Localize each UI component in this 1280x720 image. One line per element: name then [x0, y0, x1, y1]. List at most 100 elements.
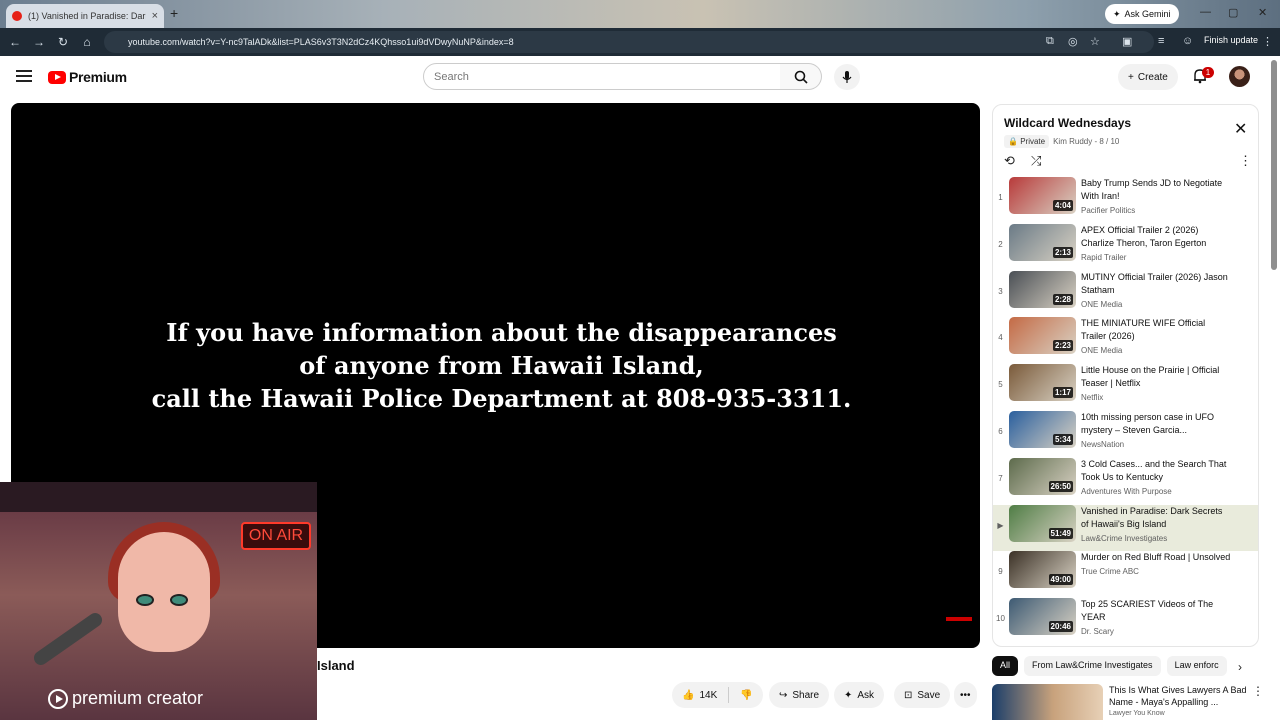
playlist-owner-progress: Kim Ruddy - 8 / 10	[1053, 137, 1120, 146]
new-tab-button[interactable]: +	[170, 5, 178, 21]
playlist-item[interactable]: 10 20:46 Top 25 SCARIEST Videos of The YEA…	[993, 598, 1258, 645]
playlist-panel: Wildcard Wednesdays 🔒 Private Kim Ruddy …	[992, 104, 1259, 647]
playlist-item-thumbnail[interactable]: 4:04	[1009, 177, 1076, 214]
playlist-item-thumbnail[interactable]: 49:00	[1009, 551, 1076, 589]
ask-button[interactable]: ✦ Ask	[834, 682, 885, 708]
playlist-item-title[interactable]: Top 25 SCARIEST Videos of The YEAR	[1081, 598, 1231, 624]
more-vertical-icon[interactable]: ⋮	[1239, 153, 1252, 169]
recommended-title[interactable]: This Is What Gives Lawyers A Bad Name - …	[1109, 684, 1247, 708]
playlist-item-title[interactable]: Little House on the Prairie | Official T…	[1081, 364, 1231, 390]
playlist-item[interactable]: 7 26:50 3 Cold Cases... and the Search Tha…	[993, 457, 1258, 505]
playlist-item-title[interactable]: Murder on Red Bluff Road | Unsolved	[1081, 551, 1231, 564]
loop-icon[interactable]: ⟲	[1004, 153, 1015, 169]
search-button[interactable]	[780, 63, 822, 90]
playlist-item-thumbnail[interactable]: 2:28	[1009, 270, 1076, 308]
premium-creator-logo: premium creator	[48, 688, 203, 709]
player-watermark-icon	[946, 617, 972, 621]
window-close-icon[interactable]: ✕	[1258, 6, 1267, 19]
playlist-item-index: 1	[998, 193, 1003, 202]
avatar[interactable]	[1229, 66, 1250, 87]
chevron-right-icon[interactable]: ›	[1238, 660, 1242, 674]
playlist-item-title[interactable]: APEX Official Trailer 2 (2026) Charlize …	[1081, 224, 1231, 250]
close-icon[interactable]: ✕	[1234, 119, 1247, 139]
browser-tab-strip: (1) Vanished in Paradise: Dark × + ✦ Ask…	[0, 0, 1280, 28]
youtube-favicon-icon	[12, 11, 22, 21]
voice-search-button[interactable]	[834, 64, 860, 90]
filter-chip[interactable]: Law enforc	[1166, 656, 1227, 676]
playlist-item-thumbnail[interactable]: 5:34	[1009, 410, 1076, 448]
ask-gemini-button[interactable]: ✦ Ask Gemini	[1105, 4, 1179, 24]
playlist-item-thumbnail[interactable]: 1:17	[1009, 364, 1076, 402]
playlist-item-channel[interactable]: Adventures With Purpose	[1081, 487, 1231, 496]
playlist-item-title[interactable]: 10th missing person case in UFO mystery …	[1081, 411, 1231, 437]
playlist-item-channel[interactable]: ONE Media	[1081, 300, 1231, 309]
url-field[interactable]: youtube.com/watch?v=Y-nc9TalADk&list=PLA…	[104, 31, 1154, 53]
playlist-item[interactable]: ▶ 51:49 Vanished in Paradise: Dark Secrets…	[993, 504, 1258, 552]
reload-icon[interactable]: ↻	[51, 35, 75, 49]
playlist-item-channel[interactable]: NewsNation	[1081, 440, 1231, 449]
recommended-video[interactable]: This Is What Gives Lawyers A Bad Name - …	[992, 684, 1264, 720]
more-actions-button[interactable]: •••	[954, 682, 977, 708]
playlist-item-channel[interactable]: True Crime ABC	[1081, 567, 1231, 576]
recommended-channel[interactable]: Lawyer You Know	[1109, 710, 1247, 717]
dislike-icon[interactable]: 👎	[740, 690, 752, 701]
minimize-icon[interactable]: —	[1200, 6, 1211, 18]
forward-icon[interactable]: →	[27, 35, 51, 49]
playlist-item[interactable]: 6 5:34 10th missing person case in UFO mys…	[993, 410, 1258, 458]
filter-chip[interactable]: All	[992, 656, 1019, 676]
playlist-item-index: ▶	[997, 520, 1004, 530]
playlist-item-thumbnail[interactable]: 20:46	[1009, 598, 1076, 636]
playlist-item-channel[interactable]: Law&Crime Investigates	[1081, 534, 1231, 543]
back-icon[interactable]: ←	[3, 35, 27, 49]
playlist-title[interactable]: Wildcard Wednesdays	[1004, 116, 1131, 130]
reading-list-icon[interactable]: ≡	[1158, 35, 1164, 47]
playlist-item-thumbnail[interactable]: 2:13	[1009, 223, 1076, 261]
playlist-item-title[interactable]: MUTINY Official Trailer (2026) Jason Sta…	[1081, 271, 1231, 297]
playlist-item[interactable]: 9 49:00 Murder on Red Bluff Road | Unsolve…	[993, 551, 1258, 598]
more-vertical-icon[interactable]: ⋮	[1252, 684, 1264, 698]
playlist-item[interactable]: 4 2:23 THE MINIATURE WIFE Official Trailer…	[993, 317, 1258, 364]
shuffle-icon[interactable]: ⤮	[1031, 153, 1041, 169]
caption-line: call the Hawaii Police Department at 808…	[151, 384, 852, 413]
share-icon: ↪	[779, 689, 788, 701]
eye-off-icon[interactable]: ◎	[1068, 35, 1078, 48]
search-input[interactable]: Search	[423, 63, 781, 90]
playlist-item-thumbnail[interactable]: 2:23	[1009, 317, 1076, 355]
playlist-item-thumbnail[interactable]: 26:50	[1009, 457, 1076, 495]
playlist-item-channel[interactable]: Netflix	[1081, 393, 1231, 402]
youtube-premium-logo[interactable]: Premium	[48, 69, 127, 85]
playlist-item-title[interactable]: Vanished in Paradise: Dark Secrets of Ha…	[1081, 505, 1231, 531]
menu-icon[interactable]	[16, 70, 32, 82]
playlist-item[interactable]: 3 2:28 MUTINY Official Trailer (2026) Jaso…	[993, 270, 1258, 318]
close-tab-icon[interactable]: ×	[152, 10, 158, 22]
profile-icon[interactable]: ☺	[1182, 35, 1193, 47]
playlist-item-channel[interactable]: Pacifier Politics	[1081, 206, 1231, 215]
bookmark-star-icon[interactable]: ☆	[1090, 35, 1100, 48]
share-button[interactable]: ↪ Share	[769, 682, 830, 708]
playlist-item-channel[interactable]: Rapid Trailer	[1081, 253, 1231, 262]
like-count[interactable]: 14K	[699, 690, 717, 701]
create-button[interactable]: + Create	[1118, 64, 1178, 90]
playlist-item-channel[interactable]: ONE Media	[1081, 346, 1231, 355]
playlist-item-channel[interactable]: Dr. Scary	[1081, 627, 1231, 636]
recommended-thumbnail[interactable]	[992, 684, 1103, 720]
home-icon[interactable]: ⌂	[75, 35, 99, 49]
filter-chip[interactable]: From Law&Crime Investigates	[1024, 656, 1161, 676]
playlist-item-title[interactable]: THE MINIATURE WIFE Official Trailer (202…	[1081, 317, 1231, 343]
browser-tab[interactable]: (1) Vanished in Paradise: Dark ×	[6, 4, 164, 28]
save-button[interactable]: ⊡ Save	[894, 682, 951, 708]
browser-menu-icon[interactable]: ⋮	[1262, 35, 1273, 48]
finish-update-button[interactable]: Finish update	[1204, 35, 1258, 45]
maximize-icon[interactable]: ▢	[1228, 6, 1238, 19]
page-scrollbar[interactable]	[1271, 60, 1277, 270]
tab-title: (1) Vanished in Paradise: Dark	[28, 11, 146, 21]
extension-icon[interactable]: ▣	[1122, 35, 1132, 48]
playlist-item-title[interactable]: 3 Cold Cases... and the Search That Took…	[1081, 458, 1231, 484]
like-icon[interactable]: 👍	[682, 690, 694, 701]
playlist-item[interactable]: 2 2:13 APEX Official Trailer 2 (2026) Char…	[993, 223, 1258, 271]
playlist-item[interactable]: 1 4:04 Baby Trump Sends JD to Negotiate Wi…	[993, 177, 1258, 224]
install-icon[interactable]: ⧉	[1046, 35, 1054, 48]
playlist-item[interactable]: 5 1:17 Little House on the Prairie | Offic…	[993, 364, 1258, 411]
playlist-item-title[interactable]: Baby Trump Sends JD to Negotiate With Ir…	[1081, 177, 1231, 203]
playlist-item-thumbnail[interactable]: 51:49	[1009, 504, 1076, 542]
